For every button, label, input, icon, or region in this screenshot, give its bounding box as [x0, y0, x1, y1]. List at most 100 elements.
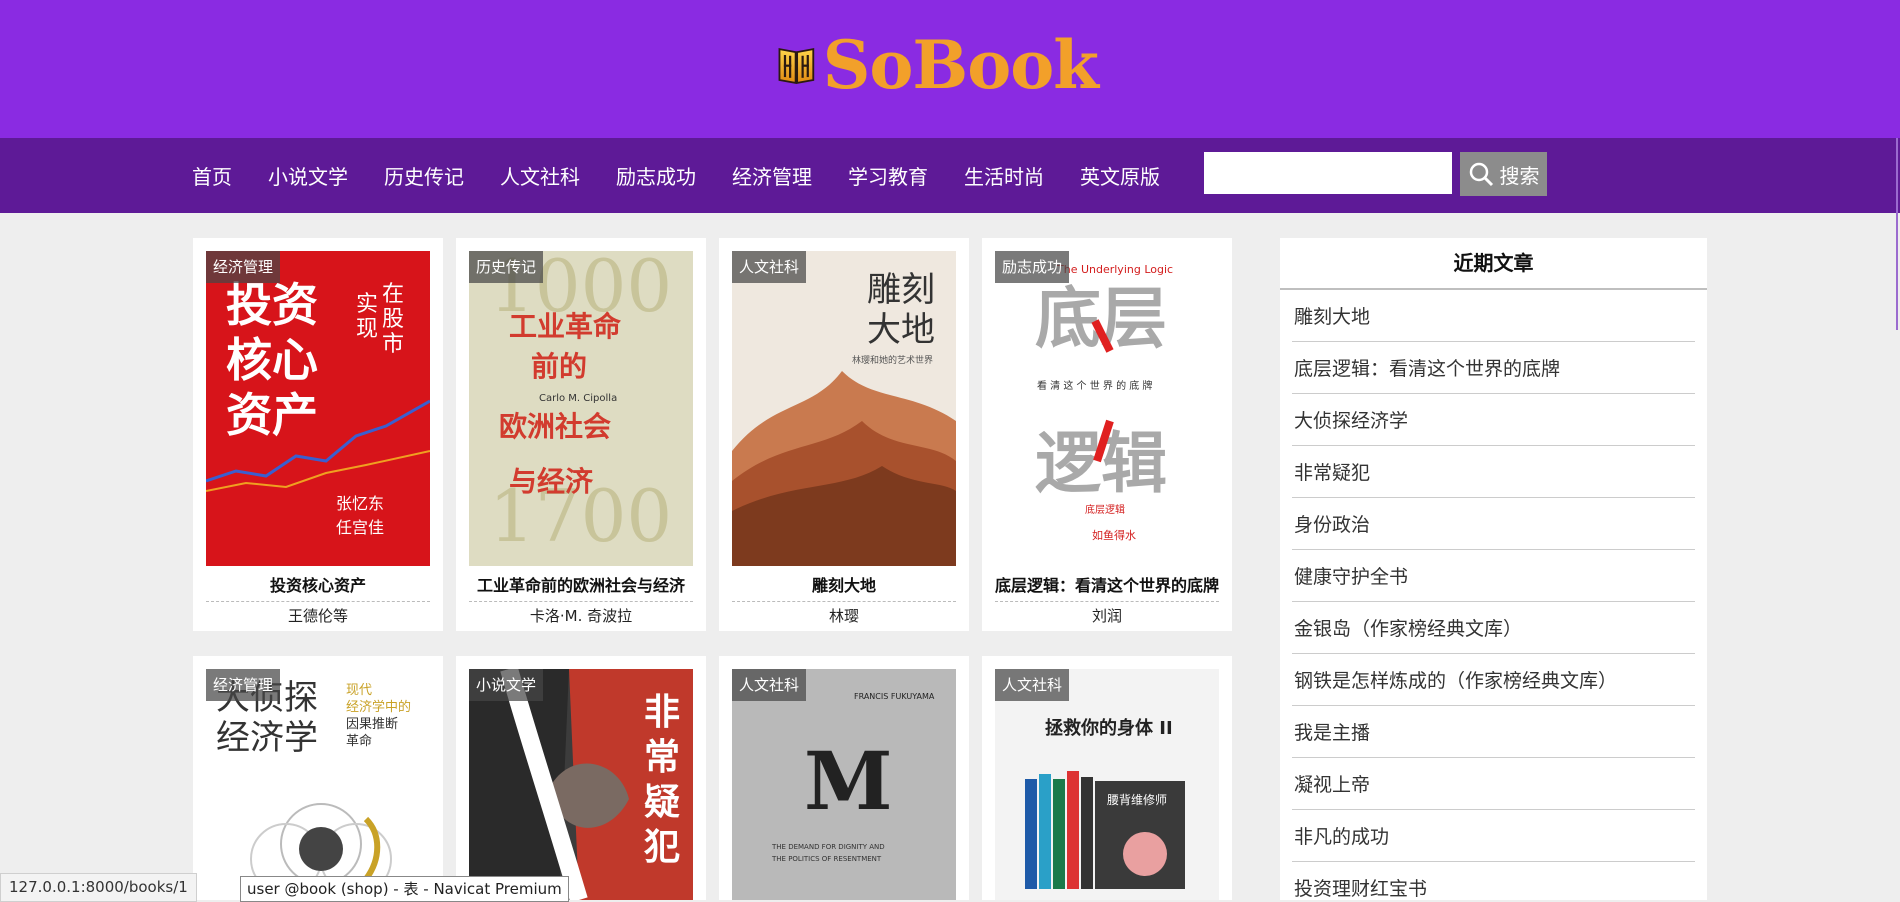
- book-title[interactable]: 投资核心资产: [206, 571, 430, 602]
- book-card[interactable]: 1000 1700 工业革命 前的 欧洲社会 与经济 Carlo M. Cipo…: [456, 238, 706, 631]
- site-logo[interactable]: SoBook: [778, 10, 1099, 120]
- book-card[interactable]: 拯救你的身体 II 腰背维修师 人文社科: [982, 656, 1232, 900]
- cover-art: 投资 核心 资产 在 股 市 实 现 张忆东 任宫佳: [206, 278, 430, 537]
- book-author: 刘润: [1091, 607, 1122, 625]
- book-cover[interactable]: 非 常 疑 犯: [469, 669, 693, 900]
- svg-text:因果推断: 因果推断: [346, 717, 398, 732]
- svg-text:实: 实: [356, 292, 378, 317]
- category-tag[interactable]: 历史传记: [469, 251, 544, 283]
- book-card[interactable]: 雕刻 大地 林璎和她的艺术世界 人文社科 雕刻大地 林璎: [719, 238, 969, 631]
- recent-article-link[interactable]: 凝视上帝: [1292, 758, 1695, 810]
- book-author: 卡洛·M. 奇波拉: [529, 607, 633, 625]
- nav-humanities[interactable]: 人文社科: [500, 161, 580, 190]
- svg-text:工业革命: 工业革命: [509, 310, 622, 343]
- svg-text:现: 现: [356, 317, 378, 342]
- svg-text:革命: 革命: [346, 733, 372, 749]
- book-card[interactable]: The Underlying Logic 底层 看 清 这 个 世 界 的 底 …: [982, 238, 1232, 631]
- search-input[interactable]: [1204, 152, 1452, 194]
- svg-text:底层逻辑: 底层逻辑: [1085, 503, 1125, 516]
- search-icon: [1469, 162, 1493, 187]
- svg-text:The Underlying Logic: The Underlying Logic: [1056, 263, 1173, 276]
- book-cover[interactable]: 投资 核心 资产 在 股 市 实 现 张忆东 任宫佳: [206, 251, 430, 566]
- main-nav: 首页 小说文学 历史传记 人文社科 励志成功 经济管理 学习教育 生活时尚 英文…: [0, 138, 1900, 213]
- cover-art: FRANCIS FUKUYAMA M THE DEMAND FOR DIGNIT…: [771, 692, 935, 863]
- svg-text:经济学: 经济学: [216, 718, 318, 758]
- svg-text:FRANCIS FUKUYAMA: FRANCIS FUKUYAMA: [854, 692, 935, 701]
- recent-article-link[interactable]: 钢铁是怎样炼成的（作家榜经典文库）: [1292, 654, 1695, 706]
- book-card[interactable]: 大侦探 经济学 现代 经济学中的 因果推断 革命 经济管理: [193, 656, 443, 900]
- svg-text:经济学中的: 经济学中的: [346, 699, 411, 715]
- book-title[interactable]: 工业革命前的欧洲社会与经济: [469, 571, 693, 602]
- svg-text:与经济: 与经济: [509, 465, 594, 498]
- category-tag[interactable]: 人文社科: [995, 669, 1070, 701]
- category-tag[interactable]: 励志成功: [995, 251, 1070, 283]
- book-cover[interactable]: 雕刻 大地 林璎和她的艺术世界: [732, 251, 956, 566]
- svg-text:Carlo M. Cipolla: Carlo M. Cipolla: [539, 393, 617, 404]
- svg-text:疑: 疑: [644, 781, 680, 823]
- cover-art: The Underlying Logic 底层 看 清 这 个 世 界 的 底 …: [1035, 263, 1173, 542]
- book-cover[interactable]: The Underlying Logic 底层 看 清 这 个 世 界 的 底 …: [995, 251, 1219, 566]
- recent-article-link[interactable]: 投资理财红宝书: [1292, 862, 1695, 900]
- svg-text:大地: 大地: [867, 310, 935, 350]
- svg-text:现代: 现代: [346, 683, 372, 698]
- cover-art: 非 常 疑 犯: [469, 669, 693, 900]
- nav-history[interactable]: 历史传记: [384, 161, 464, 190]
- nav-home[interactable]: 首页: [192, 161, 232, 190]
- recent-article-link[interactable]: 身份政治: [1292, 498, 1695, 550]
- svg-text:欧洲社会: 欧洲社会: [499, 410, 611, 443]
- book-card[interactable]: FRANCIS FUKUYAMA M THE DEMAND FOR DIGNIT…: [719, 656, 969, 900]
- svg-text:投资: 投资: [226, 278, 318, 332]
- search-button[interactable]: 搜索: [1460, 152, 1547, 196]
- book-logo-icon: [778, 47, 815, 84]
- category-tag[interactable]: 小说文学: [469, 669, 544, 701]
- nav-english[interactable]: 英文原版: [1080, 161, 1160, 190]
- book-author: 林璎: [828, 607, 859, 625]
- book-cover[interactable]: 1000 1700 工业革命 前的 欧洲社会 与经济 Carlo M. Cipo…: [469, 251, 693, 566]
- site-name: SoBook: [822, 26, 1099, 104]
- recent-article-link[interactable]: 大侦探经济学: [1292, 394, 1695, 446]
- nav-education[interactable]: 学习教育: [848, 161, 928, 190]
- category-tag[interactable]: 经济管理: [206, 669, 281, 701]
- book-cover[interactable]: 大侦探 经济学 现代 经济学中的 因果推断 革命: [206, 669, 430, 900]
- nav-motivation[interactable]: 励志成功: [616, 161, 696, 190]
- svg-text:林璎和她的艺术世界: 林璎和她的艺术世界: [852, 354, 933, 366]
- svg-text:如鱼得水: 如鱼得水: [1092, 528, 1136, 542]
- svg-text:M: M: [804, 734, 893, 828]
- svg-text:THE POLITICS OF RESENTMENT: THE POLITICS OF RESENTMENT: [771, 855, 882, 863]
- nav-economics[interactable]: 经济管理: [732, 161, 812, 190]
- scrollbar[interactable]: [1896, 138, 1898, 330]
- search-button-label: 搜索: [1499, 165, 1540, 188]
- recent-article-link[interactable]: 雕刻大地: [1292, 290, 1695, 342]
- recent-article-link[interactable]: 金银岛（作家榜经典文库）: [1292, 602, 1695, 654]
- recent-article-link[interactable]: 我是主播: [1292, 706, 1695, 758]
- recent-article-link[interactable]: 非常疑犯: [1292, 446, 1695, 498]
- nav-lifestyle[interactable]: 生活时尚: [964, 161, 1044, 190]
- cover-art: 雕刻 大地 林璎和她的艺术世界: [732, 270, 956, 566]
- svg-text:犯: 犯: [644, 826, 680, 868]
- taskbar-tooltip: user @book (shop) - 表 - Navicat Premium: [240, 876, 569, 902]
- recent-article-link[interactable]: 非凡的成功: [1292, 810, 1695, 862]
- svg-text:任宫佳: 任宫佳: [336, 518, 384, 537]
- svg-text:常: 常: [644, 736, 680, 778]
- cover-art: 拯救你的身体 II 腰背维修师: [1025, 717, 1185, 889]
- book-card[interactable]: 非 常 疑 犯 小说文学: [456, 656, 706, 900]
- recent-article-link[interactable]: 健康守护全书: [1292, 550, 1695, 602]
- svg-text:底层: 底层: [1035, 280, 1167, 357]
- nav-fiction[interactable]: 小说文学: [268, 161, 348, 190]
- recent-articles-sidebar: 近期文章 雕刻大地 底层逻辑：看清这个世界的底牌 大侦探经济学 非常疑犯 身份政…: [1280, 238, 1707, 900]
- svg-text:腰背维修师: 腰背维修师: [1107, 792, 1167, 807]
- book-title[interactable]: 雕刻大地: [732, 571, 956, 602]
- svg-text:市: 市: [382, 332, 404, 357]
- cover-art: 1000 1700 工业革命 前的 欧洲社会 与经济 Carlo M. Cipo…: [489, 251, 672, 558]
- category-tag[interactable]: 人文社科: [732, 669, 807, 701]
- category-tag[interactable]: 人文社科: [732, 251, 807, 283]
- book-cover[interactable]: 拯救你的身体 II 腰背维修师: [995, 669, 1219, 900]
- svg-text:非: 非: [644, 691, 680, 733]
- book-card[interactable]: 投资 核心 资产 在 股 市 实 现 张忆东 任宫佳 经济管理 投资核心资产 王…: [193, 238, 443, 631]
- book-title[interactable]: 底层逻辑：看清这个世界的底牌: [995, 571, 1219, 602]
- svg-text:THE DEMAND FOR DIGNITY AND: THE DEMAND FOR DIGNITY AND: [771, 843, 885, 851]
- sidebar-title: 近期文章: [1280, 238, 1707, 290]
- category-tag[interactable]: 经济管理: [206, 251, 281, 283]
- recent-article-link[interactable]: 底层逻辑：看清这个世界的底牌: [1292, 342, 1695, 394]
- book-cover[interactable]: FRANCIS FUKUYAMA M THE DEMAND FOR DIGNIT…: [732, 669, 956, 900]
